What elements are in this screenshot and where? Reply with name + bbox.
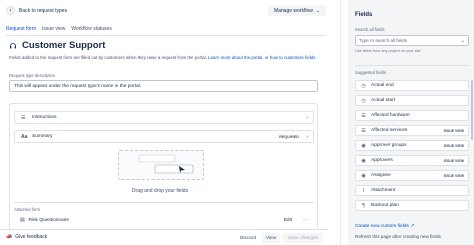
- feedback-label: Give feedback: [15, 234, 48, 240]
- tab-divider: [6, 34, 326, 36]
- list-icon: ☰: [361, 112, 366, 119]
- save-changes-button[interactable]: Save changes: [283, 233, 323, 243]
- field-item-label: Affected services: [371, 128, 408, 133]
- field-item-label: Backout plan: [371, 203, 399, 208]
- sidebar-divider: [355, 65, 469, 66]
- field-item-approvers[interactable]: ◉ Approvers ISSUE VIEW: [355, 155, 469, 166]
- request-form-preview: ☰ Instructions › Aa Summary REQUIRED › D…: [9, 103, 318, 245]
- list-icon: ☰: [361, 127, 366, 134]
- chevron-right-icon: ›: [306, 114, 308, 121]
- field-item-label: Assignee: [371, 173, 391, 178]
- fields-sidebar: Fields Search all fields Type to search …: [348, 0, 474, 245]
- top-bar: ‹ Back to request types Manage workflow …: [0, 0, 328, 22]
- issue-view-badge: ISSUE VIEW: [443, 128, 464, 133]
- field-item-label: Approvers: [371, 158, 393, 163]
- field-item-actual-end[interactable]: ◷ Actual end: [355, 80, 469, 91]
- panel-divider[interactable]: [340, 0, 341, 245]
- field-item-label: Actual start: [371, 98, 395, 103]
- field-item-attachment[interactable]: ⌇ Attachment: [355, 185, 469, 196]
- description-text-mid: , or: [262, 55, 270, 60]
- megaphone-icon: 📣: [6, 234, 13, 240]
- request-type-description-field[interactable]: This will appear under the request type'…: [9, 80, 318, 92]
- form-icon: ▤: [20, 217, 25, 223]
- issue-view-badge: ISSUE VIEW: [443, 158, 464, 163]
- create-custom-fields-link[interactable]: Create new custom fields ↗: [355, 224, 414, 229]
- person-icon: ◉: [361, 157, 366, 164]
- customize-fields-link[interactable]: how to customize fields: [270, 55, 315, 60]
- chevron-right-icon: ›: [306, 133, 308, 140]
- suggested-fields-list: ◷ Actual end ◷ Actual start ☰ Affected h…: [355, 77, 469, 217]
- required-badge: REQUIRED: [279, 134, 299, 139]
- text-field-icon: Aa: [21, 133, 28, 140]
- manage-workflow-button[interactable]: Manage workflow ⌄: [268, 5, 326, 16]
- portal-learn-more-link[interactable]: Learn more about the portal: [208, 55, 262, 60]
- field-item-affected-hardware[interactable]: ☰ Affected hardware: [355, 110, 469, 121]
- back-label: Back to request types: [19, 7, 68, 14]
- give-feedback-button[interactable]: 📣 Give feedback: [6, 234, 47, 240]
- person-icon: ◉: [361, 172, 366, 179]
- footer-bar: 📣 Give feedback Discard View Save change…: [0, 229, 328, 245]
- summary-label: Summary: [32, 134, 53, 139]
- back-button[interactable]: ‹ Back to request types: [6, 6, 67, 15]
- attached-form-name: Risk Questionnaire: [28, 217, 70, 223]
- paragraph-icon: ¶: [362, 202, 365, 209]
- people-icon: ◉: [361, 142, 366, 149]
- manage-label: Manage workflow: [273, 7, 313, 14]
- field-item-label: Approver groups: [371, 143, 407, 148]
- headset-icon[interactable]: [9, 42, 17, 50]
- drop-zone-illustration: [118, 150, 204, 180]
- drop-zone-text[interactable]: Drag and drop your fields: [10, 188, 310, 194]
- discard-button[interactable]: Discard: [236, 233, 260, 243]
- edit-form-link[interactable]: Edit: [284, 218, 292, 223]
- summary-field[interactable]: Aa Summary REQUIRED ›: [14, 130, 314, 143]
- refresh-hint: Refresh this page after creating new fie…: [355, 234, 443, 239]
- issue-view-badge: ISSUE VIEW: [443, 173, 464, 178]
- chevron-down-icon: ⌄: [315, 7, 321, 14]
- instructions-label: Instructions: [32, 115, 57, 120]
- clock-icon: ◷: [361, 82, 366, 89]
- chevron-down-icon: ⌄: [460, 37, 465, 44]
- sidebar-title: Fields: [355, 12, 373, 18]
- search-fields-input[interactable]: Type to search all fields ⌄: [355, 35, 469, 46]
- request-type-description-label: Request type description: [9, 73, 56, 78]
- description-text-end: .: [315, 55, 317, 60]
- field-item-label: Actual end: [371, 83, 394, 88]
- field-item-affected-services[interactable]: ☰ Affected services ISSUE VIEW: [355, 125, 469, 136]
- list-icon: ☰: [21, 114, 26, 121]
- sidebar-scrollbar[interactable]: [471, 80, 473, 140]
- main-panel: ‹ Back to request types Manage workflow …: [0, 0, 328, 245]
- request-form-description: Fields added to the request form are fil…: [9, 55, 319, 61]
- view-button[interactable]: View: [262, 233, 280, 243]
- section-divider: [14, 202, 314, 203]
- paperclip-icon: ⌇: [362, 187, 365, 194]
- field-item-assignee[interactable]: ◉ Assignee ISSUE VIEW: [355, 170, 469, 181]
- suggested-fields-label: Suggested fields: [355, 70, 386, 75]
- field-item-approver-groups[interactable]: ◉ Approver groups ISSUE VIEW: [355, 140, 469, 151]
- search-hint: Use fields from any project on your site: [355, 49, 421, 53]
- clock-icon: ◷: [361, 97, 366, 104]
- field-item-label: Attachment: [371, 188, 396, 193]
- request-type-title[interactable]: Customer Support: [22, 40, 105, 51]
- field-item-backout-plan[interactable]: ¶ Backout plan: [355, 200, 469, 211]
- external-link-icon: ↗: [410, 224, 415, 229]
- request-type-header: Customer Support: [9, 40, 105, 51]
- instructions-field[interactable]: ☰ Instructions ›: [14, 111, 314, 124]
- issue-view-badge: ISSUE VIEW: [443, 143, 464, 148]
- description-text: Fields added to the request form are fil…: [9, 55, 209, 60]
- create-link-label: Create new custom fields: [355, 224, 409, 229]
- search-placeholder: Type to search all fields: [359, 38, 408, 43]
- field-item-actual-start[interactable]: ◷ Actual start: [355, 95, 469, 106]
- attached-form-label: Attached form: [14, 207, 41, 212]
- field-item-label: Affected hardware: [371, 113, 410, 118]
- arrow-left-icon: ‹: [6, 6, 15, 15]
- search-label: Search all fields: [355, 27, 385, 32]
- more-options-icon[interactable]: ⋯: [303, 217, 308, 223]
- attached-form-item[interactable]: ▤ Risk Questionnaire Edit ⋯: [14, 214, 314, 226]
